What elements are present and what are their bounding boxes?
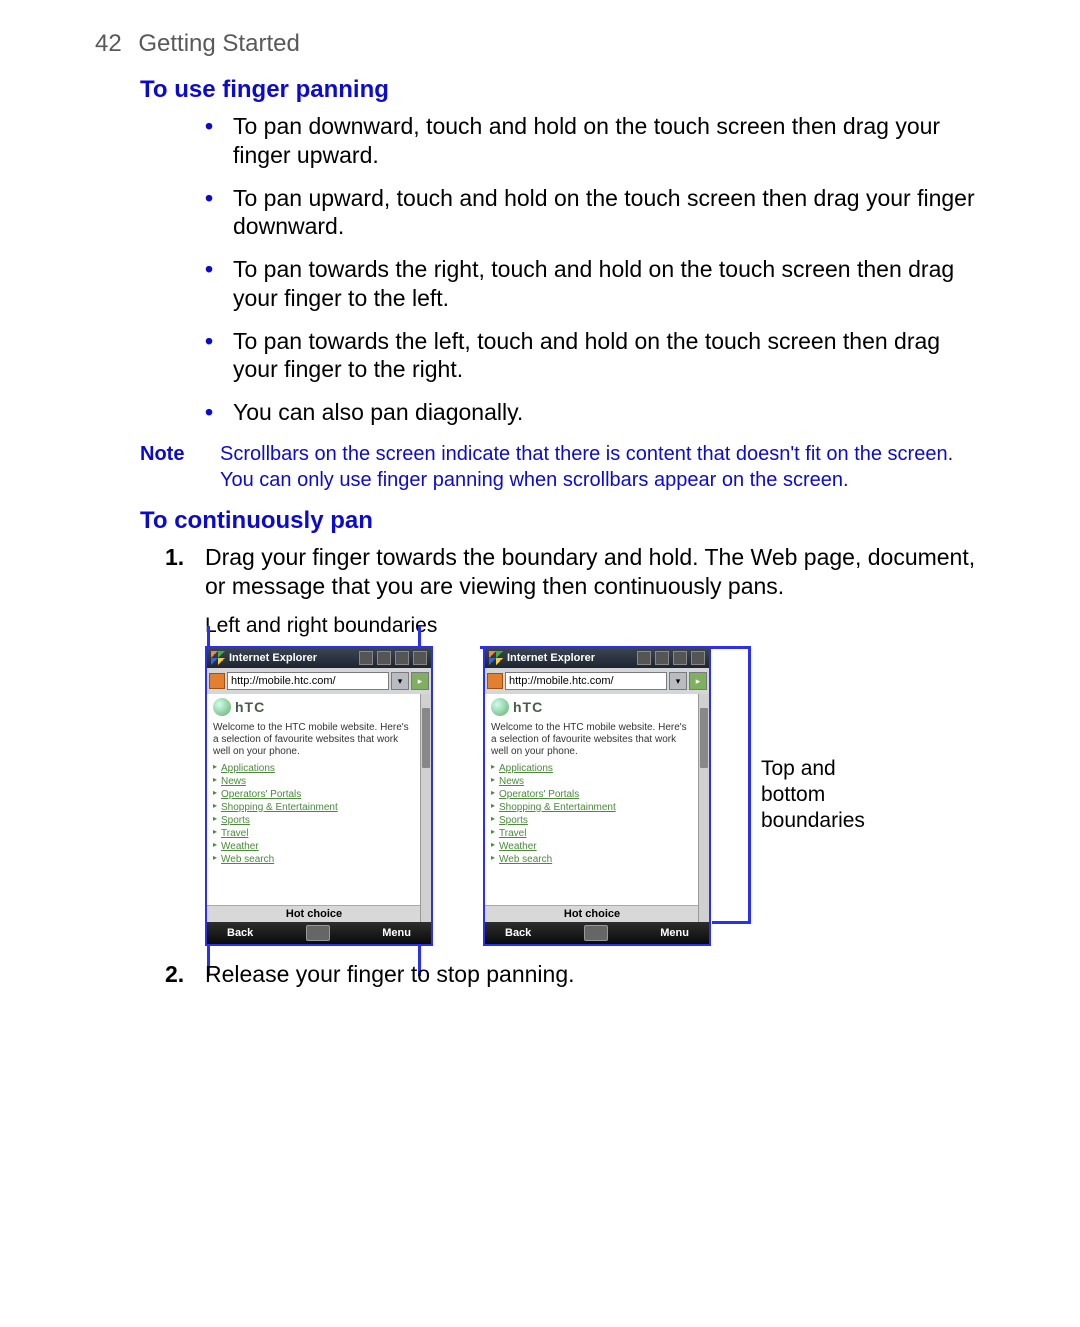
phone-right-wrap: Internet Explorer http://mobile.htc.com/… xyxy=(483,646,711,946)
site-link: Web search xyxy=(491,853,693,866)
figure-caption-tb: Top and bottom boundaries xyxy=(761,756,901,835)
site-link: Weather xyxy=(213,840,415,853)
site-link: Applications xyxy=(491,762,693,775)
scrollbar-icon xyxy=(420,694,431,922)
phone-screenshot-left: Internet Explorer http://mobile.htc.com/… xyxy=(205,646,433,946)
softkey-right: Menu xyxy=(382,927,411,939)
titlebar: Internet Explorer xyxy=(207,648,431,668)
page-section: Getting Started xyxy=(138,30,299,57)
manual-page: 42 Getting Started To use finger panning… xyxy=(0,0,1080,1327)
site-link: Sports xyxy=(491,814,693,827)
steps-list: Drag your finger towards the boundary an… xyxy=(165,543,985,602)
section1-title: To use finger panning xyxy=(140,76,985,104)
site-link: Weather xyxy=(491,840,693,853)
note-label: Note xyxy=(140,441,220,493)
go-icon: ▸ xyxy=(411,672,429,690)
phone-screenshot-right: Internet Explorer http://mobile.htc.com/… xyxy=(483,646,711,946)
softkey-left: Back xyxy=(227,927,253,939)
softkey-bar: Back Menu xyxy=(485,922,709,944)
bullet-item: To pan towards the right, touch and hold… xyxy=(205,255,985,313)
windows-icon xyxy=(211,651,225,665)
app-title: Internet Explorer xyxy=(229,652,355,664)
note-text: Scrollbars on the screen indicate that t… xyxy=(220,441,985,493)
status-icon xyxy=(637,651,651,665)
status-icon xyxy=(359,651,373,665)
status-icon xyxy=(377,651,391,665)
page-body: hTC Welcome to the HTC mobile website. H… xyxy=(207,694,421,922)
globe-icon xyxy=(491,698,509,716)
site-link: Operators' Portals xyxy=(491,788,693,801)
titlebar: Internet Explorer xyxy=(485,648,709,668)
site-link: Operators' Portals xyxy=(213,788,415,801)
page-number: 42 xyxy=(95,30,122,57)
globe-icon xyxy=(213,698,231,716)
section2-title: To continuously pan xyxy=(140,507,985,535)
browser-content: hTC Welcome to the HTC mobile website. H… xyxy=(485,694,709,922)
site-logo: hTC xyxy=(491,698,693,716)
step-item: Release your finger to stop panning. xyxy=(165,960,985,989)
brand-text: hTC xyxy=(235,699,265,715)
site-link: Shopping & Entertainment xyxy=(491,801,693,814)
app-title: Internet Explorer xyxy=(507,652,633,664)
favicon-icon xyxy=(487,673,503,689)
dropdown-icon: ▾ xyxy=(391,672,409,690)
site-link: Sports xyxy=(213,814,415,827)
softkey-bar: Back Menu xyxy=(207,922,431,944)
site-link: News xyxy=(491,775,693,788)
welcome-text: Welcome to the HTC mobile website. Here'… xyxy=(213,722,415,758)
address-bar: http://mobile.htc.com/ ▾ ▸ xyxy=(207,668,431,694)
figure-caption-lr: Left and right boundaries xyxy=(205,614,985,638)
softkey-center-icon xyxy=(584,925,608,941)
section1-bullets: To pan downward, touch and hold on the t… xyxy=(205,112,985,427)
page-header: 42 Getting Started xyxy=(95,30,985,58)
brand-text: hTC xyxy=(513,699,543,715)
status-icon xyxy=(655,651,669,665)
go-icon: ▸ xyxy=(689,672,707,690)
figure-area: Internet Explorer http://mobile.htc.com/… xyxy=(205,646,985,946)
steps-list-cont: Release your finger to stop panning. xyxy=(165,960,985,989)
url-field: http://mobile.htc.com/ xyxy=(505,672,667,690)
phone-left-wrap: Internet Explorer http://mobile.htc.com/… xyxy=(205,646,433,946)
step-item: Drag your finger towards the boundary an… xyxy=(165,543,985,602)
site-logo: hTC xyxy=(213,698,415,716)
windows-icon xyxy=(489,651,503,665)
scrollbar-icon xyxy=(698,694,709,922)
status-icon xyxy=(395,651,409,665)
close-icon xyxy=(413,651,427,665)
site-link: Shopping & Entertainment xyxy=(213,801,415,814)
note-block: Note Scrollbars on the screen indicate t… xyxy=(140,441,985,493)
address-bar: http://mobile.htc.com/ ▾ ▸ xyxy=(485,668,709,694)
favicon-icon xyxy=(209,673,225,689)
tb-bracket xyxy=(712,646,751,924)
softkey-center-icon xyxy=(306,925,330,941)
site-link: Travel xyxy=(213,827,415,840)
link-list: Applications News Operators' Portals Sho… xyxy=(491,762,693,866)
site-link: News xyxy=(213,775,415,788)
browser-content: hTC Welcome to the HTC mobile website. H… xyxy=(207,694,431,922)
site-link: Web search xyxy=(213,853,415,866)
hot-choice-bar: Hot choice xyxy=(485,905,699,922)
page-body: hTC Welcome to the HTC mobile website. H… xyxy=(485,694,699,922)
site-link: Travel xyxy=(491,827,693,840)
bullet-item: To pan towards the left, touch and hold … xyxy=(205,327,985,385)
dropdown-icon: ▾ xyxy=(669,672,687,690)
bullet-item: You can also pan diagonally. xyxy=(205,398,985,427)
url-field: http://mobile.htc.com/ xyxy=(227,672,389,690)
bullet-item: To pan downward, touch and hold on the t… xyxy=(205,112,985,170)
softkey-right: Menu xyxy=(660,927,689,939)
status-icon xyxy=(673,651,687,665)
link-list: Applications News Operators' Portals Sho… xyxy=(213,762,415,866)
close-icon xyxy=(691,651,705,665)
softkey-left: Back xyxy=(505,927,531,939)
hot-choice-bar: Hot choice xyxy=(207,905,421,922)
welcome-text: Welcome to the HTC mobile website. Here'… xyxy=(491,722,693,758)
site-link: Applications xyxy=(213,762,415,775)
bullet-item: To pan upward, touch and hold on the tou… xyxy=(205,184,985,242)
